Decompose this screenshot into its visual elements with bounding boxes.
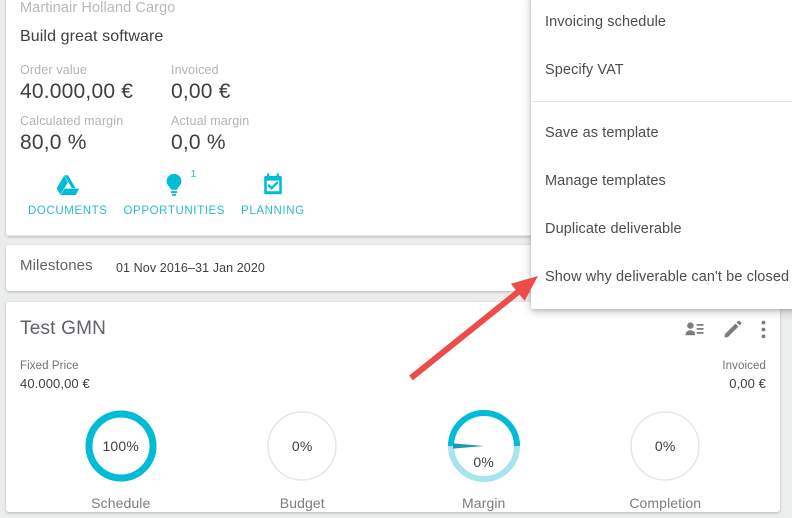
tab-documents[interactable]: DOCUMENTS — [20, 171, 116, 217]
card-action-bar — [685, 320, 766, 339]
gauge-label: Margin — [462, 495, 506, 511]
deliverable-detail-card: Test GMN Fixed Price 40.000,00 € Invoice… — [6, 302, 780, 512]
context-menu: Invoicing schedule Specify VAT Save as t… — [531, 0, 792, 309]
deliverable-title: Build great software — [20, 28, 164, 45]
gauge-percent: 0% — [654, 438, 676, 454]
company-name: Martinair Holland Cargo — [20, 0, 176, 16]
tab-opportunities[interactable]: 1 OPPORTUNITIES — [116, 168, 234, 217]
gauge-percent: 0% — [291, 438, 313, 454]
opportunities-badge: 1 — [190, 168, 197, 180]
metric-label: Order value — [20, 63, 87, 77]
menu-item-show-why-cannot-close[interactable]: Show why deliverable can't be closed — [531, 253, 792, 301]
gauge-percent: 0% — [473, 454, 495, 470]
gauge-ring-budget: 0% — [264, 408, 340, 484]
metric-value: 80,0 % — [20, 131, 87, 154]
menu-item-duplicate-deliverable[interactable]: Duplicate deliverable — [531, 205, 792, 253]
metric-label: Calculated margin — [20, 114, 124, 128]
gauge-label: Budget — [279, 495, 325, 511]
lightbulb-icon: 1 — [162, 168, 196, 199]
metric-label: Actual margin — [171, 114, 250, 128]
google-drive-icon — [55, 171, 81, 199]
gauge-ring-schedule: 100% — [83, 408, 159, 484]
gauge-label: Completion — [629, 495, 702, 511]
gauge-label: Schedule — [91, 495, 151, 511]
invoiced-value: 0,00 € — [729, 376, 766, 391]
gauge-budget: 0% Budget — [242, 408, 362, 511]
gauge-ring-completion: 0% — [627, 408, 703, 484]
metric-order-value: Order value 40.000,00 € — [20, 62, 133, 106]
metric-value: 0,00 € — [171, 80, 231, 103]
gauge-schedule: 100% Schedule — [61, 408, 181, 511]
metric-label: Invoiced — [171, 63, 219, 77]
metric-calculated-margin: Calculated margin 80,0 % — [20, 113, 123, 157]
invoiced-block: Invoiced 0,00 € — [722, 358, 766, 393]
fixed-price-label: Fixed Price — [20, 360, 79, 372]
metric-value: 0,0 % — [171, 131, 226, 154]
tab-planning[interactable]: PLANNING — [233, 171, 313, 217]
metric-value: 40.000,00 € — [20, 80, 134, 103]
assign-person-icon[interactable] — [685, 321, 704, 338]
milestones-date-range: 01 Nov 2016–31 Jan 2020 — [116, 261, 265, 275]
tab-label: DOCUMENTS — [28, 205, 108, 217]
gauge-completion: 0% Completion — [605, 408, 725, 511]
edit-pencil-icon[interactable] — [723, 320, 742, 339]
fixed-price-block: Fixed Price 40.000,00 € — [20, 358, 90, 393]
gauge-ring-margin: 0% — [446, 408, 522, 484]
page-title: Test GMN — [20, 318, 107, 339]
invoiced-label: Invoiced — [722, 360, 766, 372]
fixed-price-value: 40.000,00 € — [20, 376, 90, 391]
menu-divider — [531, 101, 792, 102]
metric-invoiced: Invoiced 0,00 € — [171, 62, 231, 106]
tab-label: OPPORTUNITIES — [123, 205, 226, 217]
gauge-percent: 100% — [102, 438, 140, 454]
tab-bar: DOCUMENTS 1 OPPORTUNITIES PLANNING — [20, 168, 313, 217]
menu-item-invoicing-schedule[interactable]: Invoicing schedule — [531, 0, 792, 46]
metric-actual-margin: Actual margin 0,0 % — [171, 113, 249, 157]
gauge-row: 100% Schedule 0% Budget 0% Margin 0% Com… — [6, 408, 780, 511]
more-vert-icon[interactable] — [761, 320, 766, 339]
gauge-margin: 0% Margin — [424, 408, 544, 511]
menu-item-save-as-template[interactable]: Save as template — [531, 109, 792, 157]
menu-item-specify-vat[interactable]: Specify VAT — [531, 46, 792, 94]
menu-item-manage-templates[interactable]: Manage templates — [531, 157, 792, 205]
milestones-title: Milestones — [20, 257, 93, 274]
calendar-check-icon — [261, 171, 285, 199]
tab-label: PLANNING — [241, 205, 305, 217]
